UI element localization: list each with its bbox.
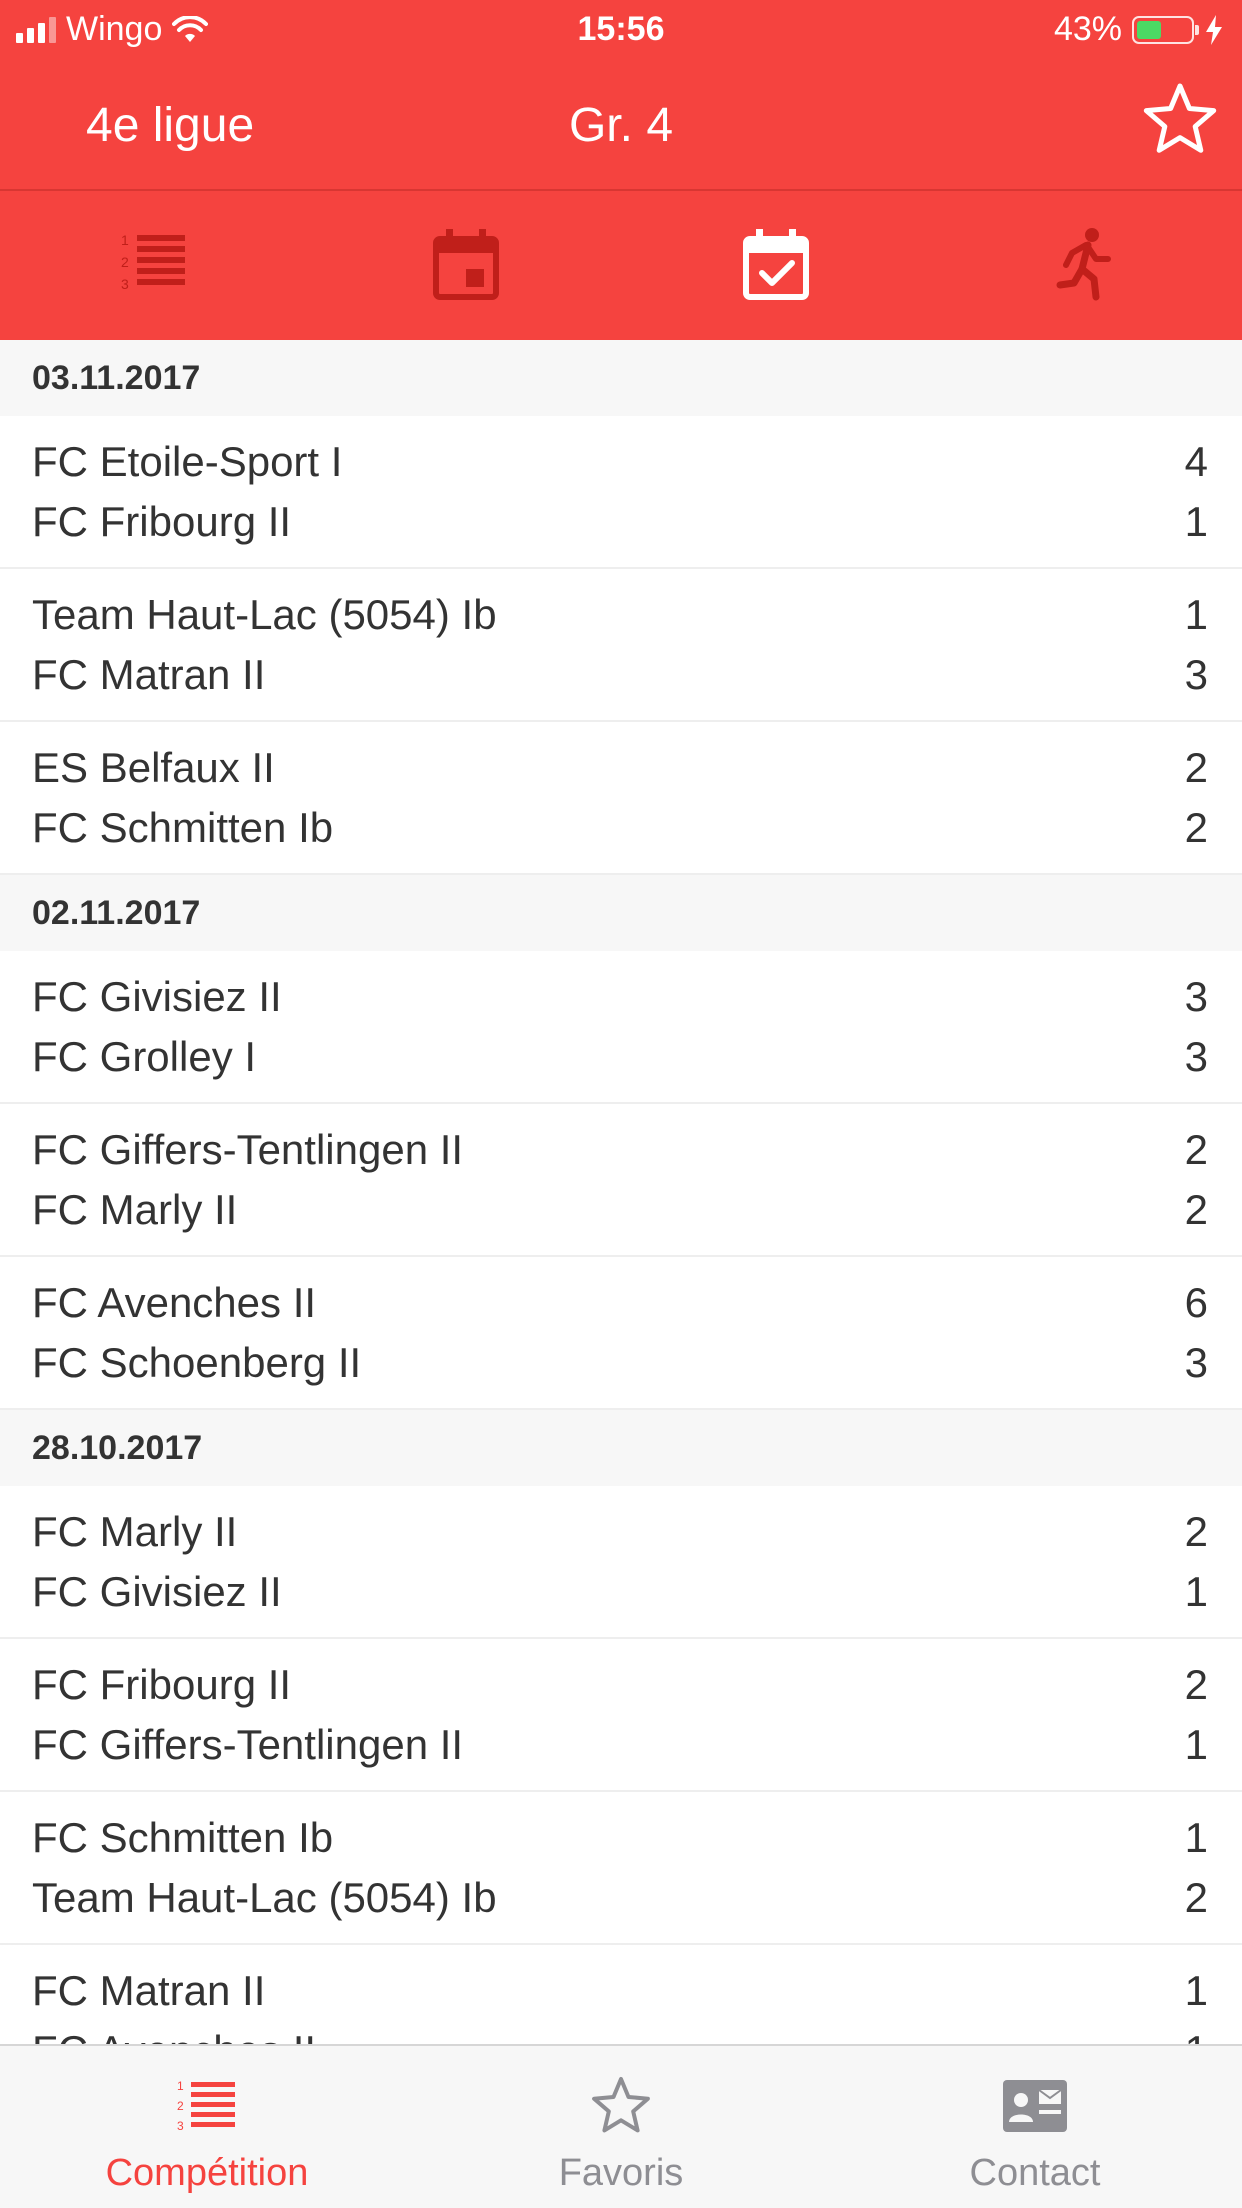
home-team: FC Schmitten Ib bbox=[32, 1814, 334, 1861]
away-score: 1 bbox=[1184, 498, 1208, 545]
favorite-star-icon[interactable] bbox=[1140, 80, 1220, 160]
svg-text:1: 1 bbox=[121, 232, 129, 248]
results-list[interactable]: 03.11.2017 FC Etoile-Sport I 4 FC Fribou… bbox=[0, 340, 1242, 2044]
home-team: FC Marly II bbox=[32, 1508, 238, 1555]
match-row[interactable]: FC Givisiez II 3 FC Grolley I 3 bbox=[0, 951, 1242, 1104]
page-title: Gr. 4 bbox=[568, 99, 674, 152]
tab-contact[interactable]: Contact bbox=[828, 2046, 1242, 2208]
calendar-check-icon[interactable] bbox=[736, 225, 816, 305]
home-score: 6 bbox=[1184, 1279, 1208, 1326]
away-team: FC Grolley I bbox=[32, 1033, 257, 1080]
ranking-list-icon: 1 2 3 bbox=[177, 2079, 235, 2133]
battery-icon bbox=[1132, 15, 1199, 44]
status-right: 43% bbox=[1054, 10, 1224, 49]
svg-text:2: 2 bbox=[177, 2099, 184, 2113]
date-header: 28.10.2017 bbox=[0, 1410, 1242, 1486]
away-score: 1 bbox=[1184, 1568, 1208, 1615]
match-row[interactable]: FC Fribourg II 2 FC Giffers-Tentlingen I… bbox=[0, 1639, 1242, 1792]
home-score: 2 bbox=[1184, 744, 1208, 791]
away-team: FC Matran II bbox=[32, 651, 266, 698]
match-row[interactable]: FC Schmitten Ib 1 Team Haut-Lac (5054) I… bbox=[0, 1792, 1242, 1945]
tab-label-contact: Contact bbox=[969, 2152, 1101, 2194]
match-row[interactable]: FC Matran II 1 FC Avenches II 1 bbox=[0, 1945, 1242, 2044]
home-score: 2 bbox=[1184, 1661, 1208, 1708]
section-toolbar: 1 2 3 bbox=[0, 191, 1242, 340]
away-score: 2 bbox=[1184, 1186, 1208, 1233]
navigation-bar: 4e ligue Gr. 4 bbox=[0, 62, 1242, 190]
match-row[interactable]: FC Marly II 2 FC Givisiez II 1 bbox=[0, 1486, 1242, 1639]
star-icon bbox=[592, 2077, 650, 2133]
away-score: 3 bbox=[1184, 1339, 1208, 1386]
svg-text:3: 3 bbox=[121, 276, 129, 292]
away-score: 2 bbox=[1184, 1874, 1208, 1921]
tab-favorites[interactable]: Favoris bbox=[414, 2046, 828, 2208]
match-row[interactable]: FC Giffers-Tentlingen II 2 FC Marly II 2 bbox=[0, 1104, 1242, 1257]
home-score: 2 bbox=[1184, 1508, 1208, 1555]
home-team: FC Givisiez II bbox=[32, 973, 282, 1020]
match-row[interactable]: ES Belfaux II 2 FC Schmitten Ib 2 bbox=[0, 722, 1242, 875]
contact-card-icon bbox=[1003, 2080, 1067, 2132]
home-team: ES Belfaux II bbox=[32, 744, 275, 791]
home-team: FC Matran II bbox=[32, 1967, 266, 2014]
date-header: 02.11.2017 bbox=[0, 875, 1242, 951]
home-team: Team Haut-Lac (5054) Ib bbox=[32, 591, 497, 638]
away-team: FC Marly II bbox=[32, 1186, 238, 1233]
home-score: 1 bbox=[1184, 1967, 1208, 2014]
svg-text:2: 2 bbox=[121, 254, 129, 270]
away-team: FC Schoenberg II bbox=[32, 1339, 362, 1386]
away-score: 3 bbox=[1184, 651, 1208, 698]
home-score: 1 bbox=[1184, 1814, 1208, 1861]
away-score: 3 bbox=[1184, 1033, 1208, 1080]
charging-bolt-icon bbox=[1206, 14, 1222, 45]
runner-icon[interactable] bbox=[1046, 225, 1126, 305]
away-team: Team Haut-Lac (5054) Ib bbox=[32, 1874, 497, 1921]
tab-bar: 1 2 3 Compétition Favoris Contact bbox=[0, 2044, 1242, 2208]
svg-text:3: 3 bbox=[177, 2119, 184, 2133]
match-row[interactable]: FC Avenches II 6 FC Schoenberg II 3 bbox=[0, 1257, 1242, 1410]
ranking-list-icon[interactable]: 1 2 3 bbox=[113, 225, 193, 305]
tab-label-competition: Compétition bbox=[105, 2152, 309, 2194]
date-header: 03.11.2017 bbox=[0, 340, 1242, 416]
away-team: FC Avenches II bbox=[32, 2027, 316, 2044]
home-score: 4 bbox=[1184, 438, 1208, 485]
away-team: FC Giffers-Tentlingen II bbox=[32, 1721, 464, 1768]
away-team: FC Schmitten Ib bbox=[32, 804, 334, 851]
away-score: 1 bbox=[1185, 2027, 1208, 2044]
away-team: FC Givisiez II bbox=[32, 1568, 282, 1615]
home-score: 2 bbox=[1184, 1126, 1208, 1173]
home-score: 1 bbox=[1184, 591, 1208, 638]
match-row[interactable]: Team Haut-Lac (5054) Ib 1 FC Matran II 3 bbox=[0, 569, 1242, 722]
tab-competition[interactable]: 1 2 3 Compétition bbox=[0, 2046, 414, 2208]
match-row[interactable]: FC Etoile-Sport I 4 FC Fribourg II 1 bbox=[0, 416, 1242, 569]
status-bar: Wingo 15:56 43% bbox=[0, 0, 1242, 62]
calendar-icon[interactable] bbox=[426, 225, 506, 305]
home-team: FC Giffers-Tentlingen II bbox=[32, 1126, 464, 1173]
home-team: FC Etoile-Sport I bbox=[32, 438, 343, 485]
tab-label-favorites: Favoris bbox=[558, 2152, 684, 2194]
battery-percent: 43% bbox=[1053, 10, 1122, 48]
away-team: FC Fribourg II bbox=[32, 498, 292, 545]
away-score: 2 bbox=[1184, 804, 1208, 851]
away-score: 1 bbox=[1184, 1721, 1208, 1768]
home-team: FC Avenches II bbox=[32, 1279, 317, 1326]
home-team: FC Fribourg II bbox=[32, 1661, 292, 1708]
svg-text:1: 1 bbox=[177, 2079, 184, 2093]
home-score: 3 bbox=[1184, 973, 1208, 1020]
